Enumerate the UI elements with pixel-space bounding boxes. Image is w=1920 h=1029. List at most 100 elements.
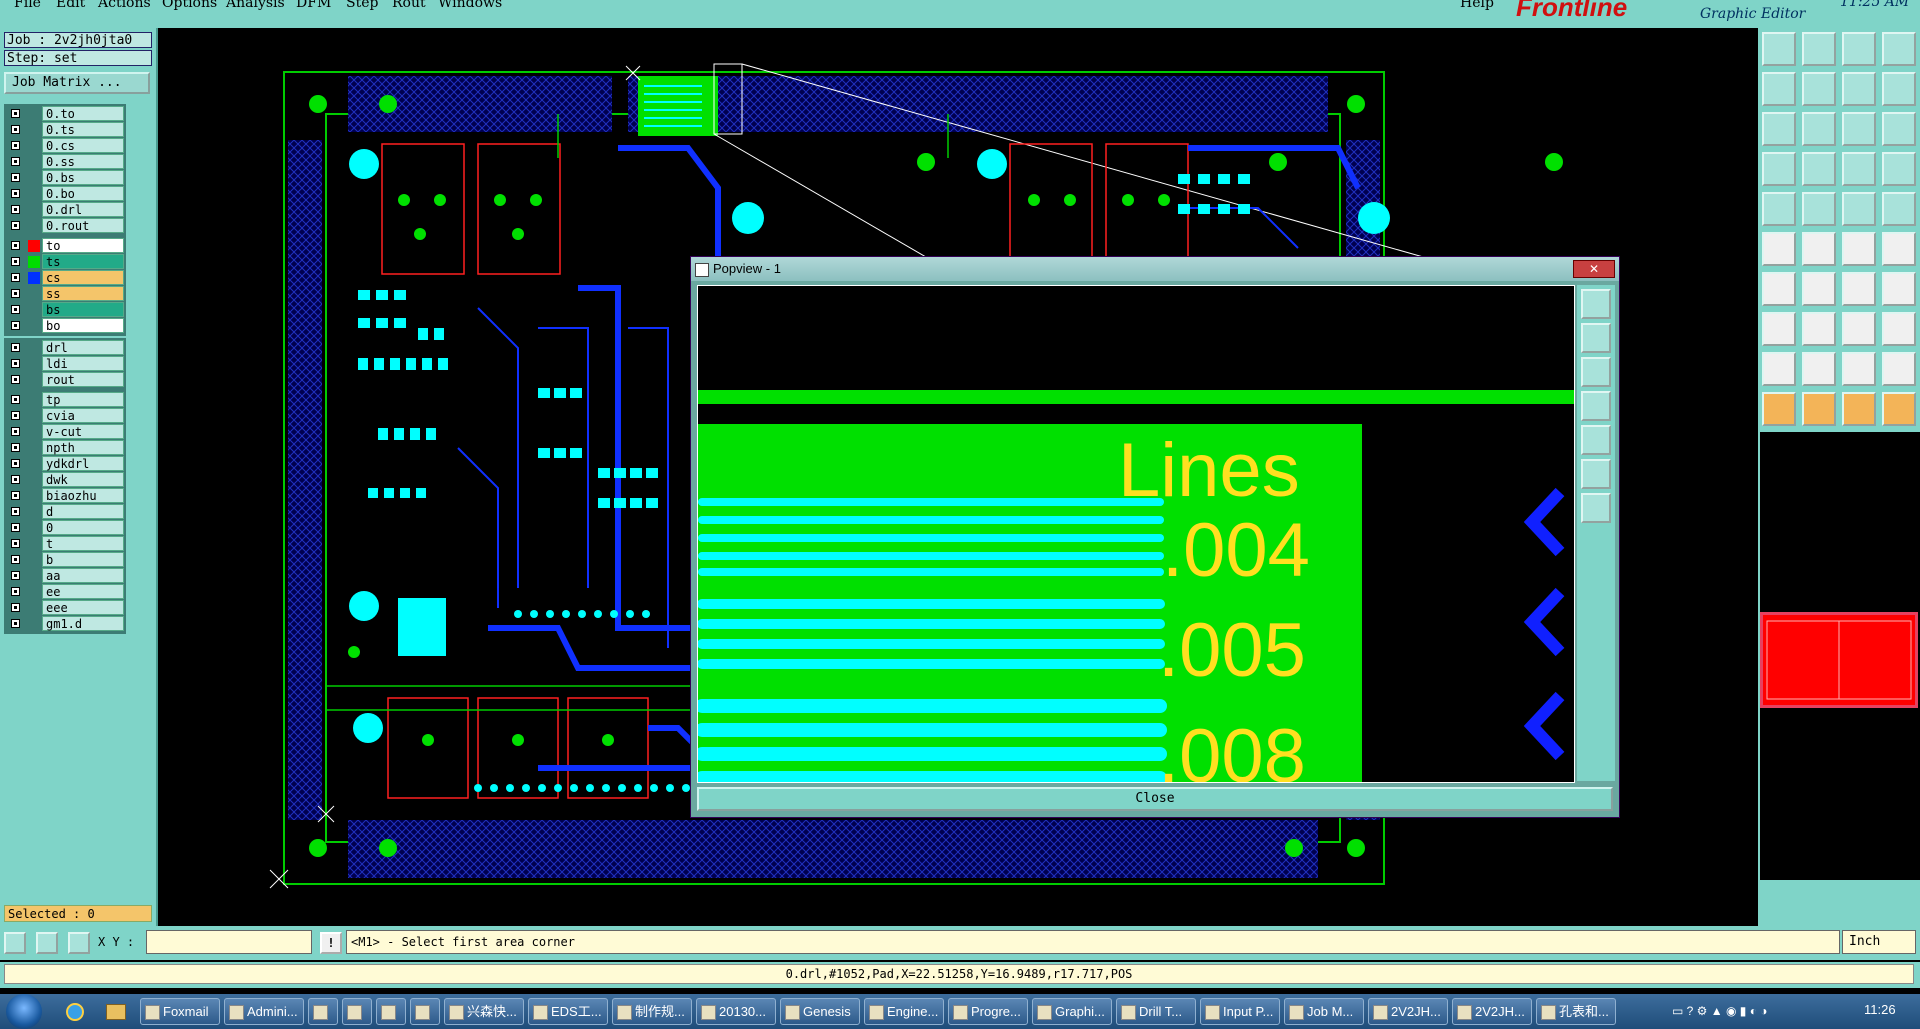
- layer-name[interactable]: t: [42, 536, 124, 551]
- layer-name[interactable]: d: [42, 504, 124, 519]
- add-pad-icon[interactable]: [1762, 312, 1796, 346]
- zoom-fit-icon[interactable]: [1762, 112, 1796, 146]
- circle-icon[interactable]: [1882, 192, 1916, 226]
- measure-icon[interactable]: [1762, 152, 1796, 186]
- connect-icon[interactable]: [1842, 232, 1876, 266]
- cross-icon[interactable]: [1802, 232, 1836, 266]
- layer-row[interactable]: bs: [6, 302, 124, 318]
- layer-name[interactable]: 0.ss: [42, 154, 124, 169]
- layer-checkbox[interactable]: [11, 523, 20, 532]
- layer-checkbox[interactable]: [11, 305, 20, 314]
- taskbar-item[interactable]: 2V2JH...: [1452, 998, 1532, 1025]
- layer-name[interactable]: tp: [42, 392, 124, 407]
- layer-name[interactable]: eee: [42, 600, 124, 615]
- layer-checkbox[interactable]: [11, 205, 20, 214]
- layer-checkbox[interactable]: [11, 475, 20, 484]
- layer-name[interactable]: drl: [42, 340, 124, 355]
- taskbar-item[interactable]: Drill T...: [1116, 998, 1196, 1025]
- rotate-icon[interactable]: [1842, 272, 1876, 306]
- snap-icon[interactable]: [4, 932, 26, 954]
- layer-checkbox[interactable]: [11, 289, 20, 298]
- layer-name[interactable]: to: [42, 238, 124, 253]
- layer-checkbox[interactable]: [11, 241, 20, 250]
- pan-right-icon[interactable]: [1581, 425, 1611, 455]
- layer-name[interactable]: 0.bs: [42, 170, 124, 185]
- layer-checkbox[interactable]: [11, 359, 20, 368]
- layer-checkbox[interactable]: [11, 619, 20, 628]
- home-icon[interactable]: [1842, 32, 1876, 66]
- layer-checkbox[interactable]: [11, 491, 20, 500]
- menu-windows[interactable]: Windows: [438, 0, 502, 11]
- units-select[interactable]: Inch: [1842, 930, 1916, 954]
- window-icon[interactable]: [1882, 32, 1916, 66]
- triangle-icon[interactable]: [1802, 352, 1836, 386]
- layer-name[interactable]: b: [42, 552, 124, 567]
- menu-help[interactable]: Help: [1460, 0, 1494, 11]
- layer-name[interactable]: rout: [42, 372, 124, 387]
- layer-row[interactable]: 0.to: [6, 106, 124, 122]
- layer-name[interactable]: 0: [42, 520, 124, 535]
- tray-icons[interactable]: ▭ ? ⚙ ▲ ◉ ▮ ◐ ◑: [1672, 1004, 1768, 1018]
- ie-icon[interactable]: [66, 1003, 84, 1021]
- layer-checkbox[interactable]: [11, 157, 20, 166]
- layer-checkbox[interactable]: [11, 125, 20, 134]
- line-icon[interactable]: [1802, 192, 1836, 226]
- mini-map[interactable]: [1760, 612, 1918, 708]
- popview-canvas[interactable]: Lines .004 .005 .008: [697, 285, 1575, 783]
- redo-icon[interactable]: [1882, 72, 1916, 106]
- layer-row[interactable]: biaozhu: [6, 488, 124, 504]
- popview-titlebar[interactable]: Popview - 1 ✕: [691, 257, 1619, 281]
- layer-row[interactable]: d: [6, 504, 124, 520]
- layer-name[interactable]: 0.cs: [42, 138, 124, 153]
- layer-row[interactable]: dwk: [6, 472, 124, 488]
- text-icon[interactable]: [1762, 352, 1796, 386]
- layer-checkbox[interactable]: [11, 539, 20, 548]
- layer-name[interactable]: npth: [42, 440, 124, 455]
- popview-close-button[interactable]: Close: [697, 787, 1613, 811]
- drill-icon[interactable]: [1842, 152, 1876, 186]
- zoom-ratio-icon[interactable]: [1842, 112, 1876, 146]
- layer-checkbox[interactable]: [11, 603, 20, 612]
- layer-name[interactable]: dwk: [42, 472, 124, 487]
- pan-left-icon[interactable]: [1581, 391, 1611, 421]
- save-icon[interactable]: [1802, 32, 1836, 66]
- menu-step[interactable]: Step: [346, 0, 378, 11]
- taskbar-item[interactable]: Job M...: [1284, 998, 1364, 1025]
- menu-dfm[interactable]: DFM: [296, 0, 331, 11]
- xy-input[interactable]: [146, 930, 312, 954]
- draw-line-icon[interactable]: [1762, 272, 1796, 306]
- taskbar-item[interactable]: Foxmail: [140, 998, 220, 1025]
- layer-row[interactable]: 0.rout: [6, 218, 124, 234]
- layer-row[interactable]: to: [6, 238, 124, 254]
- taskbar-item[interactable]: 孔表和...: [1536, 998, 1616, 1025]
- layer-name[interactable]: gm1.d: [42, 616, 124, 631]
- layer-row[interactable]: ldi: [6, 356, 124, 372]
- layer-checkbox[interactable]: [11, 427, 20, 436]
- help-icon[interactable]: [1882, 112, 1916, 146]
- layer-name[interactable]: cs: [42, 270, 124, 285]
- layer-row[interactable]: cs: [6, 270, 124, 286]
- layer-checkbox[interactable]: [11, 375, 20, 384]
- grid-icon[interactable]: [68, 932, 90, 954]
- layer-name[interactable]: 0.bo: [42, 186, 124, 201]
- menu-edit[interactable]: Edit: [56, 0, 85, 11]
- layer-row[interactable]: aa: [6, 568, 124, 584]
- layer-name[interactable]: bo: [42, 318, 124, 333]
- menu-actions[interactable]: Actions: [98, 0, 151, 11]
- symbol-icon[interactable]: [1842, 352, 1876, 386]
- layer-checkbox[interactable]: [11, 343, 20, 352]
- layer-checkbox[interactable]: [11, 109, 20, 118]
- layer-row[interactable]: v-cut: [6, 424, 124, 440]
- select-net-icon[interactable]: [1882, 392, 1916, 426]
- feature-icon[interactable]: [1802, 152, 1836, 186]
- arc-icon[interactable]: [1842, 192, 1876, 226]
- layer-row[interactable]: bo: [6, 318, 124, 334]
- taskbar-item[interactable]: EDS工...: [528, 998, 608, 1025]
- align-icon[interactable]: [1882, 272, 1916, 306]
- taskbar-item[interactable]: 兴森快...: [444, 998, 524, 1025]
- taskbar-item[interactable]: Graphi...: [1032, 998, 1112, 1025]
- select-icon[interactable]: [1762, 392, 1796, 426]
- menu-analysis[interactable]: Analysis: [226, 0, 285, 11]
- open-job-icon[interactable]: [1762, 32, 1796, 66]
- menu-rout[interactable]: Rout: [392, 0, 426, 11]
